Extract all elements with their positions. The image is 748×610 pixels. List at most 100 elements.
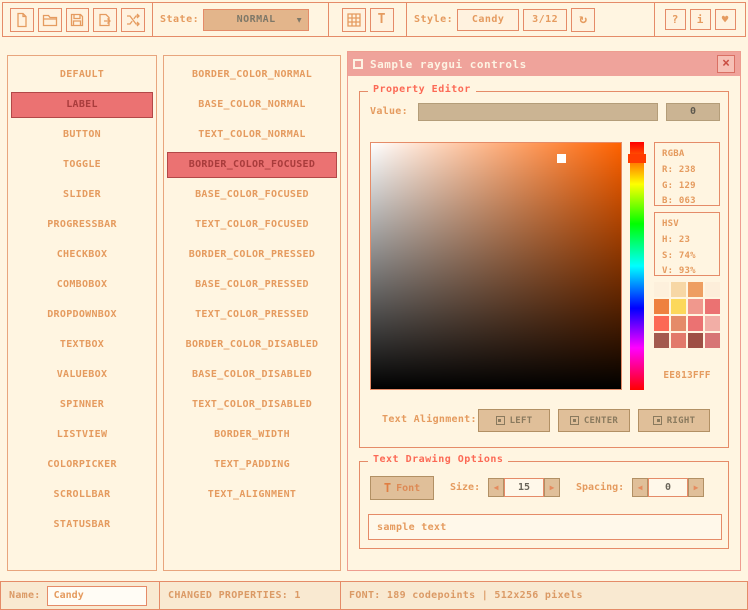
toolbar-state-section: State: NORMAL ▼: [153, 3, 329, 36]
property-list-item[interactable]: TEXT_COLOR_DISABLED: [167, 392, 337, 418]
color-swatch[interactable]: [654, 299, 669, 314]
size-increment-button[interactable]: ▶: [544, 478, 560, 497]
export-style-button[interactable]: [93, 8, 117, 32]
property-list-item[interactable]: BORDER_COLOR_NORMAL: [167, 62, 337, 88]
info-button[interactable]: i: [690, 9, 711, 30]
color-swatch-grid: [654, 282, 720, 348]
color-picker-cursor[interactable]: [557, 154, 566, 163]
property-list-item[interactable]: BORDER_WIDTH: [167, 422, 337, 448]
color-swatch[interactable]: [671, 282, 686, 297]
size-value-box[interactable]: 15: [504, 478, 544, 497]
color-picker-panel[interactable]: [370, 142, 622, 390]
align-center-label: CENTER: [584, 416, 618, 426]
info-icon: i: [697, 14, 704, 25]
property-list-item[interactable]: BORDER_COLOR_DISABLED: [167, 332, 337, 358]
hsv-readout: HSV H: 23S: 74%V: 93%: [654, 212, 720, 276]
property-list-item[interactable]: BASE_COLOR_FOCUSED: [167, 182, 337, 208]
property-list-item[interactable]: TEXT_ALIGNMENT: [167, 482, 337, 508]
new-style-button[interactable]: [10, 8, 34, 32]
sample-controls-window: Sample raygui controls × Property Editor…: [347, 51, 741, 571]
property-list-item[interactable]: BORDER_COLOR_PRESSED: [167, 242, 337, 268]
close-button[interactable]: ×: [717, 55, 735, 73]
property-list-item[interactable]: TEXT_COLOR_NORMAL: [167, 122, 337, 148]
name-label: Name:: [9, 590, 41, 601]
color-swatch[interactable]: [654, 333, 669, 348]
color-swatch[interactable]: [671, 333, 686, 348]
align-center-icon: [570, 416, 579, 425]
window-titlebar[interactable]: Sample raygui controls ×: [348, 52, 740, 76]
toolbar: State: NORMAL ▼ T Style: Candy 3/12 ↻ ? …: [2, 2, 746, 37]
style-name-input[interactable]: [47, 586, 147, 606]
size-decrement-button[interactable]: ◀: [488, 478, 504, 497]
color-swatch[interactable]: [705, 282, 720, 297]
color-swatch[interactable]: [688, 316, 703, 331]
color-swatch[interactable]: [671, 316, 686, 331]
align-center-button[interactable]: CENTER: [558, 409, 630, 432]
control-list-item[interactable]: STATUSBAR: [11, 512, 153, 538]
control-list-item[interactable]: CHECKBOX: [11, 242, 153, 268]
reload-style-button[interactable]: ↻: [571, 8, 595, 32]
save-style-button[interactable]: [66, 8, 90, 32]
property-editor-group-label: Property Editor: [368, 84, 476, 95]
control-list-item[interactable]: DROPDOWNBOX: [11, 302, 153, 328]
color-swatch[interactable]: [654, 316, 669, 331]
property-list-item[interactable]: TEXT_COLOR_PRESSED: [167, 302, 337, 328]
control-list-item[interactable]: SCROLLBAR: [11, 482, 153, 508]
random-style-button[interactable]: [121, 8, 145, 32]
control-list-item[interactable]: COLORPICKER: [11, 452, 153, 478]
heart-icon: ♥: [722, 14, 729, 25]
hex-color-value[interactable]: EE813FFF: [652, 370, 722, 381]
color-swatch[interactable]: [705, 299, 720, 314]
color-swatch[interactable]: [654, 282, 669, 297]
control-list-item[interactable]: BUTTON: [11, 122, 153, 148]
spacing-decrement-button[interactable]: ◀: [632, 478, 648, 497]
font-info-text: FONT: 189 codepoints | 512x256 pixels: [349, 590, 583, 601]
property-list-item[interactable]: BASE_COLOR_DISABLED: [167, 362, 337, 388]
hsv-line: V: 93%: [662, 264, 719, 280]
property-list-item[interactable]: TEXT_PADDING: [167, 452, 337, 478]
grid-toggle-button[interactable]: [342, 8, 366, 32]
control-list-item[interactable]: DEFAULT: [11, 62, 153, 88]
folder-open-icon: [42, 12, 58, 28]
control-list-item[interactable]: VALUEBOX: [11, 362, 153, 388]
color-swatch[interactable]: [688, 299, 703, 314]
color-swatch[interactable]: [705, 316, 720, 331]
font-button-label: Font: [396, 483, 420, 494]
color-swatch[interactable]: [688, 333, 703, 348]
hue-bar[interactable]: [630, 142, 644, 390]
load-style-button[interactable]: [38, 8, 62, 32]
control-list-item[interactable]: PROGRESSBAR: [11, 212, 153, 238]
control-list-item[interactable]: TOGGLE: [11, 152, 153, 178]
color-swatch[interactable]: [705, 333, 720, 348]
control-list-item[interactable]: TEXTBOX: [11, 332, 153, 358]
shuffle-icon: [125, 12, 141, 28]
property-list-item[interactable]: BASE_COLOR_PRESSED: [167, 272, 337, 298]
spacing-increment-button[interactable]: ▶: [688, 478, 704, 497]
control-list-item[interactable]: LISTVIEW: [11, 422, 153, 448]
sponsor-button[interactable]: ♥: [715, 9, 736, 30]
hue-bar-cursor[interactable]: [628, 154, 646, 163]
state-dropdown[interactable]: NORMAL ▼: [203, 9, 309, 31]
property-list-item[interactable]: BORDER_COLOR_FOCUSED: [167, 152, 337, 178]
font-button[interactable]: T Font: [370, 476, 434, 500]
property-list-item[interactable]: BASE_COLOR_NORMAL: [167, 92, 337, 118]
toolbar-style-section: Style: Candy 3/12 ↻: [407, 3, 655, 36]
style-name-box[interactable]: Candy: [457, 9, 519, 31]
sample-text-input[interactable]: [368, 514, 722, 540]
property-list-item[interactable]: TEXT_COLOR_FOCUSED: [167, 212, 337, 238]
control-list-item[interactable]: SPINNER: [11, 392, 153, 418]
text-toggle-button[interactable]: T: [370, 8, 394, 32]
align-right-button[interactable]: RIGHT: [638, 409, 710, 432]
properties-listview[interactable]: BORDER_COLOR_NORMAL BASE_COLOR_NORMAL TEXT…: [163, 55, 341, 571]
value-slider[interactable]: [418, 103, 658, 121]
value-box[interactable]: 0: [666, 103, 720, 121]
help-button[interactable]: ?: [665, 9, 686, 30]
control-list-item[interactable]: COMBOBOX: [11, 272, 153, 298]
controls-listview[interactable]: DEFAULT LABEL BUTTON TOGGLE SLIDER PROGRESSBA…: [7, 55, 157, 571]
control-list-item[interactable]: SLIDER: [11, 182, 153, 208]
align-left-button[interactable]: LEFT: [478, 409, 550, 432]
control-list-item[interactable]: LABEL: [11, 92, 153, 118]
color-swatch[interactable]: [671, 299, 686, 314]
color-swatch[interactable]: [688, 282, 703, 297]
spacing-value-box[interactable]: 0: [648, 478, 688, 497]
